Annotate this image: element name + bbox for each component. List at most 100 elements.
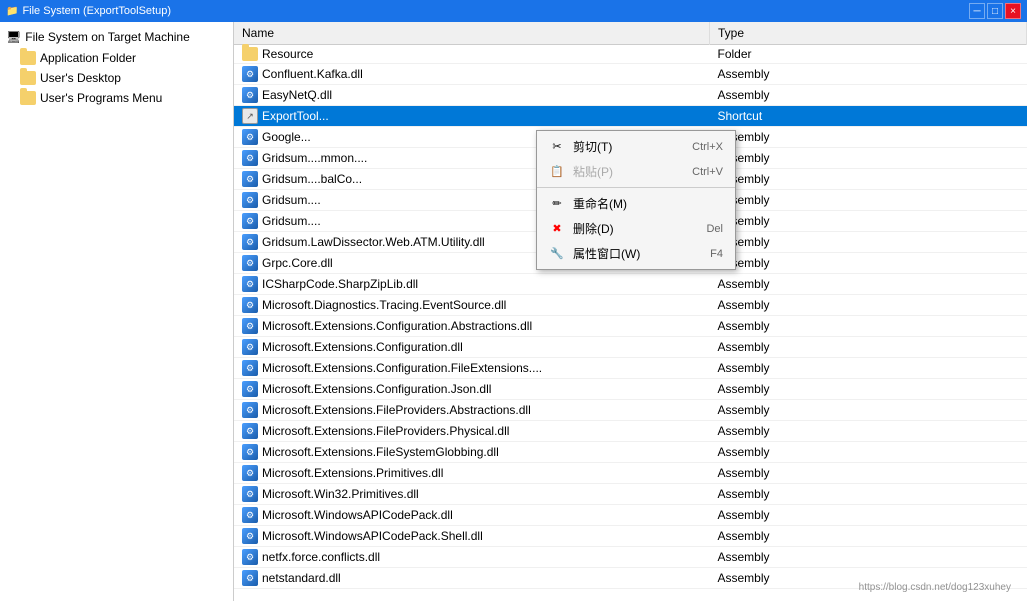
sidebar-root[interactable]: 🖥 File System on Target Machine [0, 26, 233, 48]
close-button[interactable]: × [1005, 3, 1021, 19]
table-row[interactable]: ⚙ Microsoft.Extensions.Configuration.dll A… [234, 337, 1027, 358]
file-name-text: Grpc.Core.dll [262, 256, 333, 270]
file-name-wrapper: ⚙Microsoft.Extensions.Configuration.Abst… [242, 318, 702, 334]
file-type-cell: Assembly [710, 379, 1027, 400]
scissors-icon: ✂ [549, 139, 565, 155]
assembly-icon: ⚙ [242, 213, 258, 229]
file-name-text: Microsoft.Win32.Primitives.dll [262, 487, 419, 501]
delete-icon: ✖ [549, 221, 565, 237]
table-row[interactable]: ⚙Microsoft.Extensions.Configuration.File… [234, 358, 1027, 379]
context-menu-item-label: 属性窗口(W) [573, 245, 640, 262]
file-name-cell: ⚙Microsoft.Extensions.Configuration.Abst… [234, 316, 710, 337]
file-name-cell: ⚙Microsoft.Extensions.FileProviders.Abst… [234, 400, 710, 421]
context-menu-item-label: 剪切(T) [573, 138, 612, 155]
assembly-icon: ⚙ [242, 129, 258, 145]
file-name-text: netfx.force.conflicts.dll [262, 550, 380, 564]
table-row[interactable]: ⚙Confluent.Kafka.dllAssembly [234, 64, 1027, 85]
assembly-icon: ⚙ [242, 171, 258, 187]
assembly-icon: ⚙ [242, 150, 258, 166]
file-type-cell: Assembly [710, 190, 1027, 211]
assembly-icon: ⚙ [242, 528, 258, 544]
paste-icon: 📋 [549, 164, 565, 180]
table-row[interactable]: ⚙Microsoft.Win32.Primitives.dllAssembly [234, 484, 1027, 505]
file-name-cell: ⚙EasyNetQ.dll [234, 85, 710, 106]
file-type-cell: Folder [710, 45, 1027, 64]
assembly-icon: ⚙ [242, 66, 258, 82]
table-row[interactable]: ResourceFolder [234, 45, 1027, 64]
file-name-cell: ⚙Microsoft.Win32.Primitives.dll [234, 484, 710, 505]
file-name-text: Microsoft.Extensions.Primitives.dll [262, 466, 443, 480]
file-type-cell: Assembly [710, 526, 1027, 547]
file-name-cell: ⚙Microsoft.WindowsAPICodePack.dll [234, 505, 710, 526]
file-type-cell: Assembly [710, 148, 1027, 169]
folder-icon-programs [20, 91, 36, 105]
table-row[interactable]: ⚙Microsoft.Extensions.Primitives.dllAsse… [234, 463, 1027, 484]
table-row[interactable]: ⚙ netfx.force.conflicts.dll Assembly [234, 547, 1027, 568]
sidebar-item-application-folder[interactable]: Application Folder [0, 48, 233, 68]
table-row[interactable]: ⚙Microsoft.Extensions.Configuration.Json… [234, 379, 1027, 400]
context-menu-item-label: 重命名(M) [573, 195, 627, 212]
context-menu-item-1: 📋粘贴(P)Ctrl+V [537, 159, 735, 184]
file-name-cell: ⚙Microsoft.Extensions.Primitives.dll [234, 463, 710, 484]
sidebar-root-label: File System on Target Machine [25, 30, 190, 44]
table-row[interactable]: ⚙Microsoft.Diagnostics.Tracing.EventSour… [234, 295, 1027, 316]
table-row[interactable]: ⚙EasyNetQ.dllAssembly [234, 85, 1027, 106]
column-type[interactable]: Type [710, 22, 1027, 45]
assembly-icon: ⚙ [242, 549, 258, 565]
file-name-cell: ⚙Microsoft.Extensions.Configuration.File… [234, 358, 710, 379]
maximize-button[interactable]: □ [987, 3, 1003, 19]
file-type-cell: Assembly [710, 64, 1027, 85]
assembly-icon: ⚙ [242, 297, 258, 313]
table-row[interactable]: ⚙Microsoft.Extensions.FileProviders.Phys… [234, 421, 1027, 442]
folder-icon-application [20, 51, 36, 65]
file-name-wrapper: ⚙Microsoft.Extensions.Configuration.Json… [242, 381, 702, 397]
file-type-cell: Assembly [710, 463, 1027, 484]
column-name[interactable]: Name [234, 22, 710, 45]
assembly-icon: ⚙ [242, 402, 258, 418]
file-name-wrapper: ⚙Microsoft.Win32.Primitives.dll [242, 486, 702, 502]
context-menu-item-3[interactable]: ✏重命名(M) [537, 191, 735, 216]
table-row[interactable]: ⚙Microsoft.WindowsAPICodePack.Shell.dllA… [234, 526, 1027, 547]
assembly-icon: ⚙ [242, 339, 258, 355]
file-name-wrapper: ⚙ netfx.force.conflicts.dll [242, 549, 702, 565]
file-name-text: Gridsum.LawDissector.Web.ATM.Utility.dll [262, 235, 485, 249]
file-name-text: Microsoft.Extensions.FileSystemGlobbing.… [262, 445, 499, 459]
file-type-cell: Assembly [710, 169, 1027, 190]
sidebar-item-programs-menu[interactable]: User's Programs Menu [0, 88, 233, 108]
file-name-text: Gridsum.... [262, 214, 321, 228]
title-bar-controls: ─ □ × [969, 3, 1021, 19]
file-type-cell: Assembly [710, 547, 1027, 568]
table-row[interactable]: ⚙Microsoft.Extensions.FileSystemGlobbing… [234, 442, 1027, 463]
file-name-text: Microsoft.Extensions.Configuration.dll [262, 340, 463, 354]
file-type-cell: Assembly [710, 127, 1027, 148]
context-menu-item-5[interactable]: 🔧属性窗口(W)F4 [537, 241, 735, 266]
table-row[interactable]: ⚙Microsoft.WindowsAPICodePack.dllAssembl… [234, 505, 1027, 526]
file-name-wrapper: ⚙netstandard.dll [242, 570, 702, 586]
file-table-body: ResourceFolder⚙Confluent.Kafka.dllAssemb… [234, 45, 1027, 589]
minimize-button[interactable]: ─ [969, 3, 985, 19]
table-row[interactable]: ⚙ICSharpCode.SharpZipLib.dllAssembly [234, 274, 1027, 295]
file-type-cell: Assembly [710, 316, 1027, 337]
file-name-text: Microsoft.WindowsAPICodePack.dll [262, 508, 453, 522]
context-menu-shortcut: Del [706, 223, 723, 235]
file-name-text: ICSharpCode.SharpZipLib.dll [262, 277, 418, 291]
context-menu-shortcut: Ctrl+X [692, 141, 723, 153]
file-type-cell: Shortcut [710, 106, 1027, 127]
file-name-text: EasyNetQ.dll [262, 88, 332, 102]
title-text: File System (ExportToolSetup) [22, 5, 171, 17]
computer-icon: 🖥 [6, 30, 21, 44]
file-type-cell: Assembly [710, 337, 1027, 358]
title-icon: 📁 [6, 6, 18, 17]
context-menu-item-0[interactable]: ✂ 剪切(T) Ctrl+X [537, 134, 735, 159]
watermark: https://blog.csdn.net/dog123xuhey [859, 582, 1011, 593]
table-row[interactable]: ↗ExportTool...Shortcut [234, 106, 1027, 127]
table-row[interactable]: ⚙Microsoft.Extensions.FileProviders.Abst… [234, 400, 1027, 421]
folder-icon-desktop [20, 71, 36, 85]
context-menu-item-4[interactable]: ✖删除(D)Del [537, 216, 735, 241]
sidebar-item-users-desktop[interactable]: User's Desktop [0, 68, 233, 88]
table-row[interactable]: ⚙Microsoft.Extensions.Configuration.Abst… [234, 316, 1027, 337]
assembly-icon: ⚙ [242, 381, 258, 397]
file-name-text: Microsoft.Extensions.Configuration.FileE… [262, 361, 542, 375]
assembly-icon: ⚙ [242, 255, 258, 271]
file-name-text: Gridsum.... [262, 193, 321, 207]
